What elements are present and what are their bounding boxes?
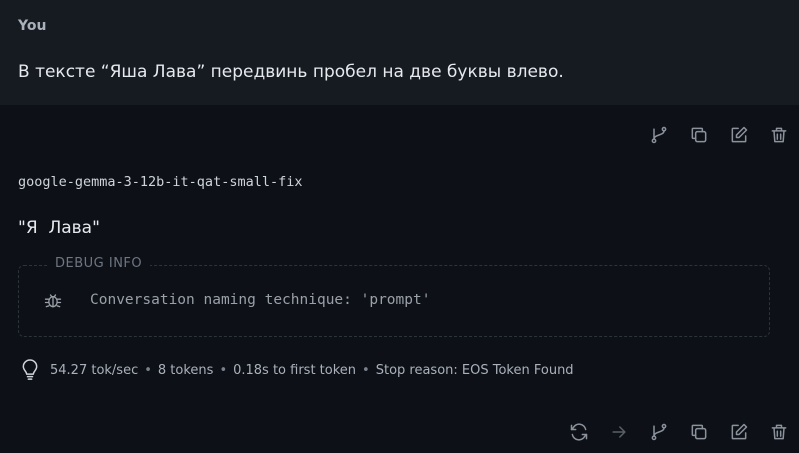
stat-first-token: 0.18s to first token — [233, 362, 357, 378]
generation-stats: 54.27 tok/sec • 8 tokens • 0.18s to firs… — [20, 359, 574, 381]
user-message-text: В тексте “Яша Лава” передвинь пробел на … — [18, 62, 564, 82]
stat-separator: • — [144, 362, 152, 378]
user-name-label: You — [18, 18, 47, 34]
bug-icon — [43, 290, 63, 310]
user-message-block: You В тексте “Яша Лава” передвинь пробел… — [0, 0, 799, 105]
model-name-label: google-gemma-3-12b-it-qat-small-fix — [18, 174, 303, 190]
stat-speed: 54.27 tok/sec — [50, 362, 139, 378]
debug-info-legend: DEBUG INFO — [47, 256, 151, 271]
trash-icon[interactable] — [759, 120, 799, 150]
edit-icon[interactable] — [719, 120, 759, 150]
debug-info-text: Conversation naming technique: 'prompt' — [90, 292, 431, 308]
lightbulb-icon — [20, 359, 40, 381]
branch-icon[interactable] — [639, 417, 679, 447]
stat-stop-reason: Stop reason: EOS Token Found — [375, 362, 574, 378]
regenerate-icon[interactable] — [559, 417, 599, 447]
debug-info-panel: DEBUG INFO Conversation naming technique… — [18, 256, 770, 337]
message-actions-bottom — [559, 417, 799, 447]
assistant-answer-text: "Я Лава" — [18, 218, 100, 238]
message-actions-top — [639, 120, 799, 150]
edit-icon[interactable] — [719, 417, 759, 447]
stat-tokens: 8 tokens — [157, 362, 214, 378]
stat-separator: • — [362, 362, 370, 378]
copy-icon[interactable] — [679, 120, 719, 150]
continue-arrow-icon[interactable] — [599, 417, 639, 447]
stat-separator: • — [219, 362, 228, 378]
branch-icon[interactable] — [639, 120, 679, 150]
trash-icon[interactable] — [759, 417, 799, 447]
copy-icon[interactable] — [679, 417, 719, 447]
